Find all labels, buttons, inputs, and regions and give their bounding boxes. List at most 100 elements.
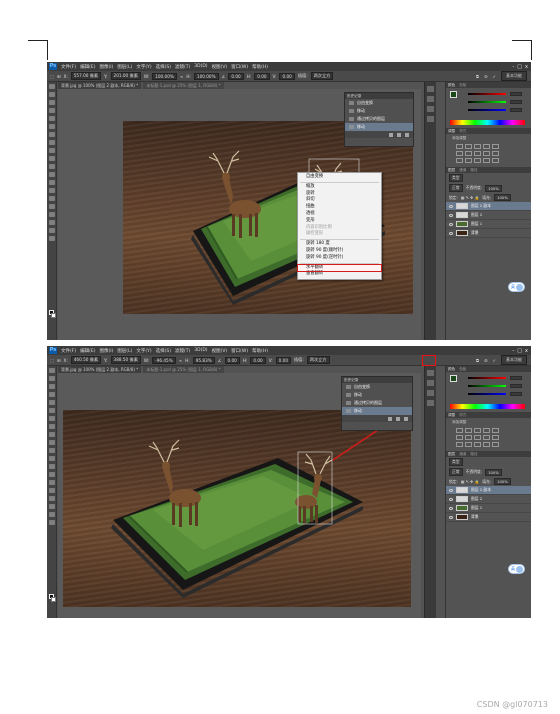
path-select-tool-icon[interactable]	[48, 496, 55, 501]
close-button[interactable]: x	[525, 64, 528, 70]
layer-row[interactable]: 图层 1	[446, 220, 531, 229]
visibility-eye-icon[interactable]	[449, 506, 453, 510]
threshold-icon[interactable]	[474, 442, 481, 447]
layer-kind-select[interactable]: 类型	[449, 174, 463, 182]
snapshot-icon[interactable]	[396, 416, 400, 421]
cancel-transform-icon[interactable]: ⊘	[484, 358, 488, 363]
type-tool-icon[interactable]	[48, 204, 55, 209]
reference-point-icon[interactable]: ⊞	[57, 358, 61, 363]
selective-color-icon[interactable]	[492, 442, 499, 447]
visibility-eye-icon[interactable]	[449, 222, 453, 226]
lock-icons[interactable]: ▦ ✎ ✥ 🔒	[461, 195, 479, 200]
pen-tool-icon[interactable]	[48, 480, 55, 485]
fill-input[interactable]: 100%	[494, 194, 511, 201]
reference-point-icon[interactable]: ⊞	[57, 74, 61, 79]
green-value-input[interactable]	[510, 100, 522, 104]
levels-icon[interactable]	[465, 428, 472, 433]
trash-icon[interactable]	[405, 132, 409, 137]
visibility-eye-icon[interactable]	[449, 488, 453, 492]
history-item[interactable]: 通过拷贝的图层	[345, 115, 413, 123]
layer-row[interactable]: 图层 2	[446, 495, 531, 504]
channel-mixer-icon[interactable]	[492, 435, 499, 440]
menu-help[interactable]: 帮助(H)	[252, 348, 268, 354]
curves-icon[interactable]	[474, 144, 481, 149]
workspace-select[interactable]: 基本功能	[501, 355, 527, 365]
menu-item-rotate-180[interactable]: 旋转 180 度	[298, 241, 381, 248]
fill-input[interactable]: 100%	[494, 478, 511, 485]
stamp-tool-icon[interactable]	[48, 148, 55, 153]
tab-adjustments[interactable]: 调整	[448, 129, 455, 134]
menu-view[interactable]: 视图(V)	[212, 348, 228, 354]
snapshot-icon[interactable]	[397, 132, 401, 137]
menu-view[interactable]: 视图(V)	[212, 64, 228, 70]
color-balance-icon[interactable]	[465, 151, 472, 156]
dodge-tool-icon[interactable]	[48, 188, 55, 193]
crop-tool-icon[interactable]	[48, 400, 55, 405]
blur-tool-icon[interactable]	[48, 464, 55, 469]
posterize-icon[interactable]	[465, 442, 472, 447]
eyedropper-tool-icon[interactable]	[48, 124, 55, 129]
history-brush-tool-icon[interactable]	[48, 440, 55, 445]
fg-color-chip[interactable]	[450, 375, 457, 382]
tab-channels[interactable]: 通道	[459, 168, 466, 173]
gradient-map-icon[interactable]	[483, 158, 490, 163]
history-item[interactable]: 自由变换	[345, 99, 413, 107]
color-spectrum[interactable]	[450, 120, 525, 125]
tab-channels[interactable]: 通道	[459, 452, 466, 457]
eraser-tool-icon[interactable]	[48, 448, 55, 453]
menu-select[interactable]: 选择(S)	[156, 348, 171, 354]
tab-layers[interactable]: 图层	[448, 168, 455, 173]
history-item[interactable]: 通过拷贝的图层	[342, 399, 412, 407]
menu-window[interactable]: 窗口(W)	[231, 64, 248, 70]
history-panel-icon[interactable]	[427, 370, 434, 376]
cancel-transform-icon[interactable]: ⊘	[484, 74, 488, 79]
character-panel-icon[interactable]	[427, 106, 434, 112]
green-slider[interactable]	[468, 385, 506, 387]
tab-adjustments[interactable]: 调整	[448, 413, 455, 418]
menu-file[interactable]: 文件(F)	[61, 348, 76, 354]
trash-icon[interactable]	[404, 416, 408, 421]
height-input[interactable]: 100.00%	[193, 72, 219, 80]
history-item-selected[interactable]: 移动	[345, 123, 413, 131]
commit-transform-icon[interactable]: ✓	[492, 358, 496, 363]
photo-filter-icon[interactable]	[483, 151, 490, 156]
shape-tool-icon[interactable]	[48, 504, 55, 509]
menu-select[interactable]: 选择(S)	[156, 64, 171, 70]
menu-filter[interactable]: 滤镜(T)	[175, 64, 190, 70]
red-value-input[interactable]	[510, 376, 522, 380]
gradient-tool-icon[interactable]	[48, 172, 55, 177]
marquee-tool-icon[interactable]	[48, 92, 55, 97]
fg-color-chip[interactable]	[450, 91, 457, 98]
layer-kind-select[interactable]: 类型	[449, 458, 463, 466]
lock-icons[interactable]: ▦ ✎ ✥ 🔒	[461, 479, 479, 484]
height-input[interactable]: 95.83%	[192, 356, 215, 364]
x-input[interactable]: 460.50 像素	[70, 356, 102, 364]
black-white-icon[interactable]	[474, 435, 481, 440]
menu-image[interactable]: 图像(I)	[99, 348, 113, 354]
invert-icon[interactable]	[456, 442, 463, 447]
workspace-select[interactable]: 基本功能	[501, 71, 527, 81]
width-input[interactable]: -96.45%	[152, 356, 176, 364]
width-input[interactable]: 100.00%	[152, 72, 177, 80]
warp-icon[interactable]: ⧉	[476, 74, 479, 79]
menu-3d[interactable]: 3D(D)	[194, 64, 207, 69]
tab-styles[interactable]: 样式	[459, 413, 466, 418]
hskew-input[interactable]: 0.00	[250, 356, 266, 364]
history-item[interactable]: 自由变换	[342, 383, 412, 391]
menu-edit[interactable]: 编辑(E)	[80, 64, 95, 70]
menu-item-perspective[interactable]: 透视	[298, 211, 381, 218]
interpolation-select[interactable]: 两次立方	[310, 72, 334, 80]
history-panel-icon[interactable]	[427, 86, 434, 92]
tab-layers[interactable]: 图层	[448, 452, 455, 457]
angle-input[interactable]: 0.00	[224, 356, 240, 364]
red-slider[interactable]	[468, 377, 506, 379]
hue-saturation-icon[interactable]	[456, 151, 463, 156]
brush-tool-icon[interactable]	[48, 424, 55, 429]
lasso-tool-icon[interactable]	[48, 100, 55, 105]
menu-filter[interactable]: 滤镜(T)	[175, 348, 190, 354]
y-input[interactable]: 201.00 像素	[110, 72, 141, 80]
black-white-icon[interactable]	[474, 151, 481, 156]
opacity-input[interactable]: 100%	[485, 468, 502, 476]
menu-layer[interactable]: 图层(L)	[117, 64, 132, 70]
tab-color[interactable]: 颜色	[448, 367, 455, 372]
